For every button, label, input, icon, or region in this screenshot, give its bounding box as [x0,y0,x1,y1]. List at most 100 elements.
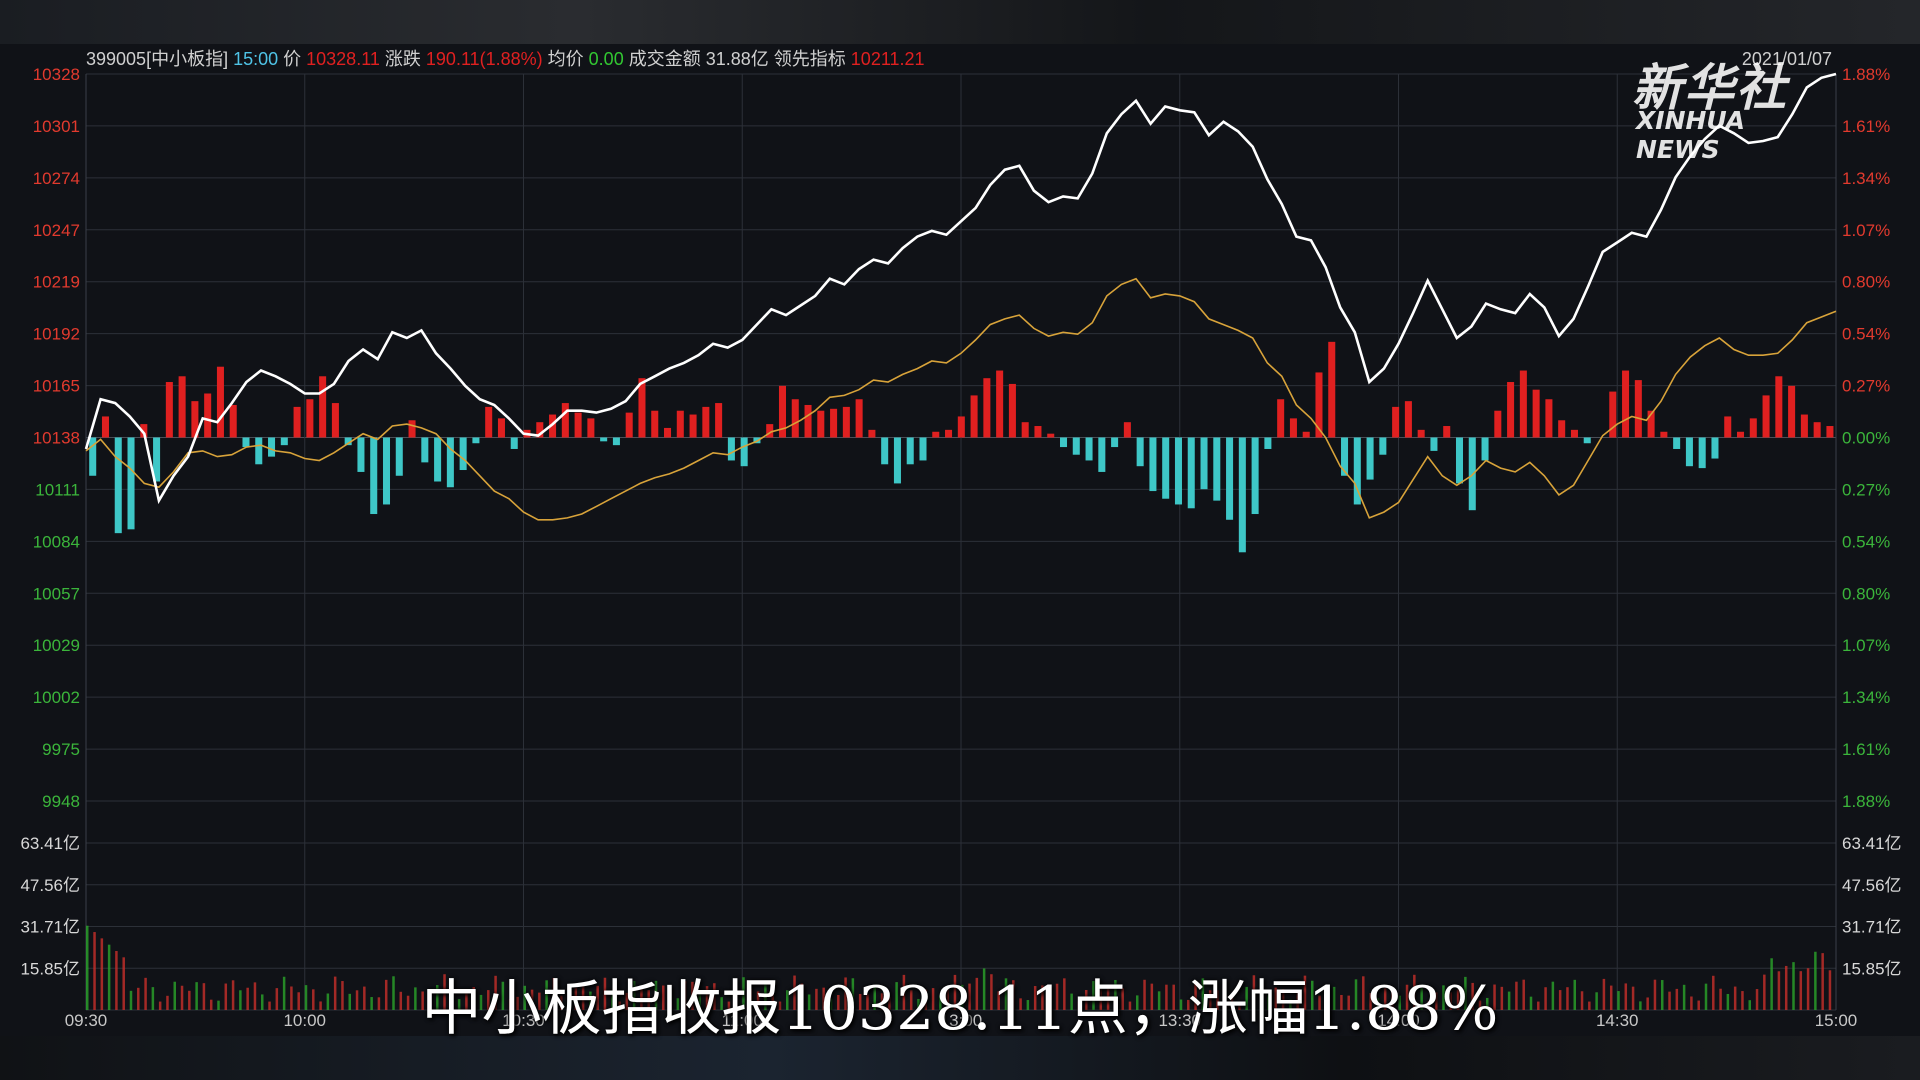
header-field: 0.00 [589,49,624,69]
y-tick-left: 10029 [33,636,80,655]
momentum-bar-up [1047,433,1055,438]
momentum-bar-up [101,416,109,438]
momentum-bar-up [1724,416,1732,438]
momentum-bar-down [1136,437,1144,467]
volume-tick-left: 31.71亿 [20,918,80,937]
header-field: 10328.11 [306,49,380,69]
y-tick-right: 0.00% [1842,429,1890,448]
y-tick-left: 9975 [42,740,80,759]
momentum-bar-up [996,370,1004,438]
momentum-bar-down [459,437,467,471]
header-field: 价 [278,49,306,69]
y-tick-left: 10247 [33,221,80,240]
momentum-bar-up [485,406,493,438]
y-tick-left: 9948 [42,792,80,811]
y-tick-left: 10328 [33,65,80,84]
volume-tick-right: 47.56亿 [1842,876,1902,895]
y-tick-left: 10057 [33,584,80,603]
momentum-bar-down [1238,437,1246,553]
momentum-bar-down [280,437,288,446]
logo-english: XINHUA NEWS [1636,106,1745,164]
momentum-bar-up [983,378,991,438]
momentum-bar-up [216,366,224,438]
momentum-bar-down [1366,437,1374,480]
momentum-bar-up [1788,385,1796,438]
momentum-bar-down [1698,437,1706,469]
momentum-bar-up [945,429,953,438]
momentum-bar-up [932,431,940,438]
y-tick-left: 10274 [33,169,80,188]
momentum-bar-up [165,382,173,438]
momentum-bar-up [587,418,595,438]
y-tick-left: 10084 [33,532,80,551]
momentum-bar-up [1008,383,1016,438]
momentum-bar-down [1149,437,1157,492]
momentum-bar-down [357,437,365,472]
momentum-bar-up [970,395,978,438]
momentum-bar-up [1532,389,1540,438]
top-frame-bar [0,0,1920,44]
momentum-bar-down [1673,437,1681,449]
y-tick-right: 1.88% [1842,792,1890,811]
y-tick-right: 1.61% [1842,117,1890,136]
momentum-bar-up [574,412,582,438]
momentum-bar-up [1826,426,1834,438]
momentum-bar-up [178,376,186,438]
momentum-bar-down [600,437,608,442]
y-tick-left: 10165 [33,377,80,396]
momentum-bar-up [1289,418,1297,438]
momentum-bar-down [370,437,378,515]
momentum-bar-down [1162,437,1170,499]
y-tick-right: 0.80% [1842,273,1890,292]
momentum-bar-up [561,403,569,438]
momentum-bar-up [1762,395,1770,438]
header-field: 涨跌 [380,49,426,69]
momentum-bar-up [842,406,850,438]
momentum-bar-down [1341,437,1349,476]
momentum-bar-down [740,437,748,467]
header-field: 10211.21 [851,49,925,69]
momentum-bar-down [919,437,927,461]
momentum-bar-up [1328,341,1336,438]
y-tick-right: 1.34% [1842,688,1890,707]
momentum-bar-down [1187,437,1195,509]
momentum-bar-up [1494,410,1502,438]
header-field: 31.88亿 [706,49,769,69]
momentum-bar-up [1404,401,1412,438]
momentum-bar-up [1545,399,1553,438]
y-tick-right: 0.54% [1842,325,1890,344]
y-tick-left: 10219 [33,273,80,292]
momentum-bar-down [612,437,620,446]
momentum-bar-up [1392,406,1400,438]
momentum-bar-up [830,408,838,438]
y-tick-right: 0.27% [1842,480,1890,499]
momentum-bar-up [1123,422,1131,438]
y-tick-right: 1.07% [1842,636,1890,655]
momentum-bar-up [715,403,723,438]
momentum-bar-down [1481,437,1489,461]
momentum-bar-up [957,416,965,438]
momentum-bar-up [1749,418,1757,438]
momentum-bar-up [497,418,505,438]
momentum-bar-up [1775,376,1783,438]
momentum-bar-up [1558,420,1566,438]
y-tick-right: 1.07% [1842,221,1890,240]
y-tick-left: 10138 [33,429,80,448]
momentum-bar-up [1570,429,1578,438]
momentum-bar-down [1251,437,1259,515]
momentum-bar-up [817,410,825,438]
momentum-bar-down [1379,437,1387,455]
momentum-bar-down [1059,437,1068,448]
header-line: 399005[中小板指] 15:00 价 10328.11 涨跌 190.11(… [86,49,925,69]
momentum-bar-down [893,437,901,484]
momentum-bar-down [421,437,429,463]
momentum-bar-up [804,404,812,438]
momentum-bar-up [204,393,212,438]
y-tick-left: 10192 [33,325,80,344]
momentum-bar-up [689,414,697,438]
momentum-bar-up [664,427,672,438]
intraday-chart: 10328 10301 10274 10247 10219 10192 10165 10138… [0,44,1920,1036]
momentum-bar-down [906,437,914,465]
y-tick-left: 10111 [35,480,80,499]
momentum-bar-down [1174,437,1182,505]
